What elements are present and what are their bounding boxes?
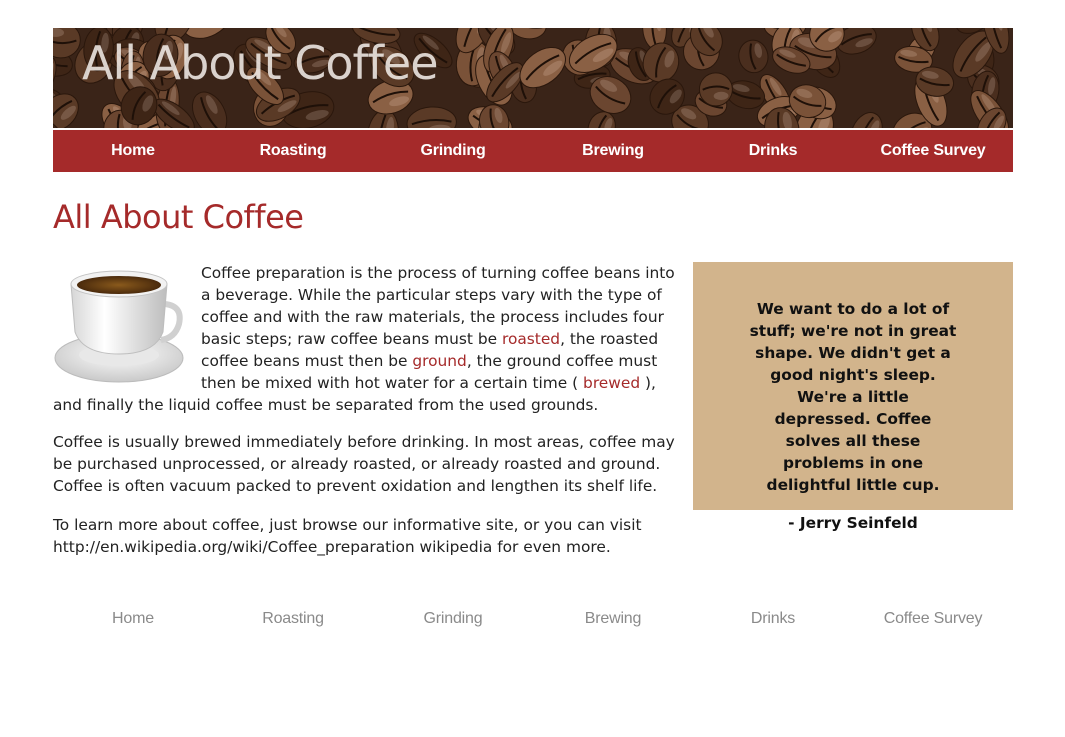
footer-nav-coffee-survey[interactable]: Coffee Survey <box>853 604 1013 634</box>
footer-nav-brewing[interactable]: Brewing <box>533 604 693 634</box>
coffee-bean <box>53 28 81 59</box>
coffee-bean <box>479 104 510 128</box>
coffee-bean <box>406 106 457 128</box>
coffee-bean <box>698 72 733 107</box>
page-wrapper: All About Coffee Home Roasting Grinding … <box>53 28 1013 627</box>
footer-nav-roasting[interactable]: Roasting <box>213 604 373 634</box>
page-title: All About Coffee <box>53 198 304 236</box>
brewed-link[interactable]: brewed <box>583 374 640 392</box>
nav-grinding[interactable]: Grinding <box>373 130 533 172</box>
footer-nav-grinding[interactable]: Grinding <box>373 604 533 634</box>
site-title: All About Coffee <box>82 36 439 90</box>
coffee-bean <box>738 39 769 74</box>
quote-text: We want to do a lot of stuff; we're not … <box>749 300 957 494</box>
nav-coffee-survey[interactable]: Coffee Survey <box>853 130 1013 172</box>
nav-home[interactable]: Home <box>53 130 213 172</box>
nav-drinks[interactable]: Drinks <box>693 130 853 172</box>
ground-link[interactable]: ground <box>412 352 466 370</box>
footer-nav-drinks[interactable]: Drinks <box>693 604 853 634</box>
brewing-paragraph: Coffee is usually brewed immediately bef… <box>53 433 675 495</box>
coffee-bean <box>850 112 883 128</box>
learn-more-paragraph: To learn more about coffee, just browse … <box>53 516 642 556</box>
footer-nav-home[interactable]: Home <box>53 604 213 634</box>
footer-nav: Home Roasting Grinding Brewing Drinks Co… <box>53 604 1013 634</box>
header-banner: All About Coffee <box>53 28 1013 128</box>
nav-brewing[interactable]: Brewing <box>533 130 693 172</box>
quote-box: We want to do a lot of stuff; we're not … <box>693 262 1013 532</box>
main-nav: Home Roasting Grinding Brewing Drinks Co… <box>53 130 1013 172</box>
coffee-cup-image <box>54 270 184 383</box>
roasted-link[interactable]: roasted <box>502 330 560 348</box>
main-content: Coffee preparation is the process of tur… <box>53 262 675 512</box>
nav-roasting[interactable]: Roasting <box>213 130 373 172</box>
